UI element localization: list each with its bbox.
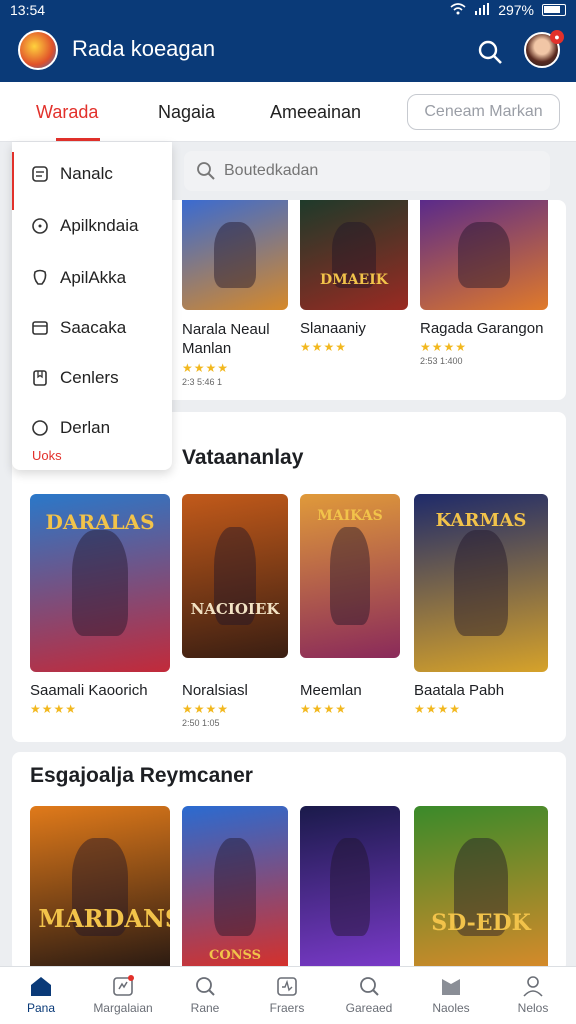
game-thumbnail: DMAEIK <box>300 200 408 310</box>
nav-item-margalaian[interactable]: Margalaian <box>83 975 163 1015</box>
list-icon <box>32 166 48 182</box>
game-thumbnail: MAIKAS <box>300 494 400 658</box>
search-input[interactable] <box>224 157 524 185</box>
star-rating: ★★★★ <box>300 702 348 716</box>
nav-item-naoles[interactable]: Naoles <box>411 975 491 1015</box>
app-logo[interactable] <box>18 30 58 70</box>
nav-item-nelos[interactable]: Nelos <box>493 975 573 1015</box>
store-icon <box>113 975 134 996</box>
game-card[interactable]: MARDANS <box>30 806 170 968</box>
nav-item-gareaed[interactable]: Gareaed <box>329 975 409 1015</box>
star-rating: ★★★★ <box>300 340 348 354</box>
battery-percent: 297% <box>498 2 534 18</box>
dropdown-menu: Nanalc Apilkndaia ApilAkka Saacaka Cenle… <box>12 142 172 470</box>
game-thumbnail <box>420 200 548 310</box>
game-name: Slanaaniy <box>300 320 366 337</box>
home-icon <box>31 977 51 996</box>
menu-more-link[interactable]: Uoks <box>32 448 62 463</box>
nav-item-pana[interactable]: Pana <box>1 975 81 1015</box>
star-rating: ★★★★ <box>30 702 78 716</box>
menu-item-derlan[interactable]: Derlan <box>30 418 110 438</box>
game-thumbnail: NACIOIEK <box>182 494 288 658</box>
game-name: Baatala Pabh <box>414 682 505 699</box>
tab-warada[interactable]: Warada <box>36 102 98 123</box>
game-card[interactable]: DMAEIK Slanaaniy ★★★★ <box>300 200 408 354</box>
menu-accent <box>12 152 14 210</box>
game-card[interactable]: Ragada Garangon ★★★★ 2:53 1:400 <box>420 200 548 366</box>
magnify-icon <box>360 977 379 996</box>
game-thumbnail: MARDANS <box>30 806 170 968</box>
menu-item-nanalc[interactable]: Nanalc <box>30 164 113 184</box>
game-card[interactable]: Narala Neaul Manlan ★★★★ 2:3 5:46 1 <box>182 200 288 387</box>
star-rating: ★★★★ <box>420 340 468 354</box>
search-icon <box>196 977 215 996</box>
section-title: Vataananlay <box>182 446 304 469</box>
status-time: 13:54 <box>10 2 46 18</box>
app-bar: 13:54 297% Rada koeagan ● <box>0 0 576 82</box>
star-rating: ★★★★ <box>414 702 462 716</box>
wifi-icon <box>450 2 466 18</box>
review-count: 2:50 1:05 <box>182 718 220 728</box>
bookmark-icon <box>33 370 47 386</box>
signal-icon <box>474 2 490 18</box>
section-esgajoalja: Esgajoalja Reymcaner MARDANS CONSS SD-ED… <box>12 752 566 972</box>
tab-button-ceneam[interactable]: Ceneam Markan <box>407 94 560 130</box>
game-card[interactable]: DARALAS Saamali Kaoorich ★★★★ <box>30 494 170 716</box>
notification-badge: ● <box>550 30 564 44</box>
game-card[interactable]: SD-EDK <box>414 806 548 968</box>
menu-item-saacaka[interactable]: Saacaka <box>30 318 126 338</box>
game-name: Saamali Kaoorich <box>30 682 148 699</box>
game-card[interactable] <box>300 806 400 968</box>
tab-nagaia[interactable]: Nagaia <box>158 102 215 123</box>
game-name: Ragada Garangon <box>420 320 544 337</box>
search-icon[interactable] <box>476 38 504 66</box>
game-thumbnail: CONSS <box>182 806 288 968</box>
star-rating: ★★★★ <box>182 702 230 716</box>
tab-ameeainan[interactable]: Ameeainan <box>270 102 361 123</box>
game-card[interactable]: NACIOIEK Noralsiasl ★★★★ 2:50 1:05 <box>182 494 288 728</box>
profile-icon <box>523 976 543 997</box>
menu-item-apilkndaia[interactable]: Apilkndaia <box>30 216 138 236</box>
game-thumbnail: SD-EDK <box>414 806 548 968</box>
app-title: Rada koeagan <box>72 36 216 61</box>
section-title: Esgajoalja Reymcaner <box>30 764 253 787</box>
game-card[interactable]: CONSS <box>182 806 288 968</box>
star-rating: ★★★★ <box>182 361 230 375</box>
game-name: Noralsiasl <box>182 682 248 699</box>
game-card[interactable]: MAIKAS Meemlan ★★★★ <box>300 494 400 716</box>
nav-item-rane[interactable]: Rane <box>165 975 245 1015</box>
box-icon <box>32 321 48 335</box>
circle-icon <box>32 420 48 436</box>
menu-item-cenlers[interactable]: Cenlers <box>30 368 119 388</box>
game-thumbnail <box>300 806 400 968</box>
active-tab-indicator <box>56 138 100 141</box>
menu-item-apilakka[interactable]: ApilAkka <box>30 268 126 288</box>
game-thumbnail <box>182 200 288 310</box>
tab-bar: Warada Nagaia Ameeainan Ceneam Markan <box>0 82 576 142</box>
search-bar[interactable] <box>184 151 550 191</box>
badge-icon <box>33 269 47 285</box>
search-field-icon <box>197 162 215 180</box>
folder-icon <box>442 979 460 995</box>
nav-item-fraers[interactable]: Fraers <box>247 975 327 1015</box>
info-icon <box>32 218 48 234</box>
review-count: 2:3 5:46 1 <box>182 377 223 387</box>
battery-icon <box>542 4 566 16</box>
game-thumbnail: KARMAS <box>414 494 548 672</box>
review-count: 2:53 1:400 <box>420 356 463 366</box>
game-card[interactable]: KARMAS Baatala Pabh ★★★★ <box>414 494 548 716</box>
bottom-nav: Pana Margalaian Rane Fraers Gareaed Naol… <box>0 966 576 1024</box>
game-name: Meemlan <box>300 682 362 699</box>
chart-icon <box>277 977 297 996</box>
game-name: Narala Neaul Manlan <box>182 321 270 357</box>
status-bar: 13:54 297% <box>0 0 576 20</box>
game-thumbnail: DARALAS <box>30 494 170 672</box>
